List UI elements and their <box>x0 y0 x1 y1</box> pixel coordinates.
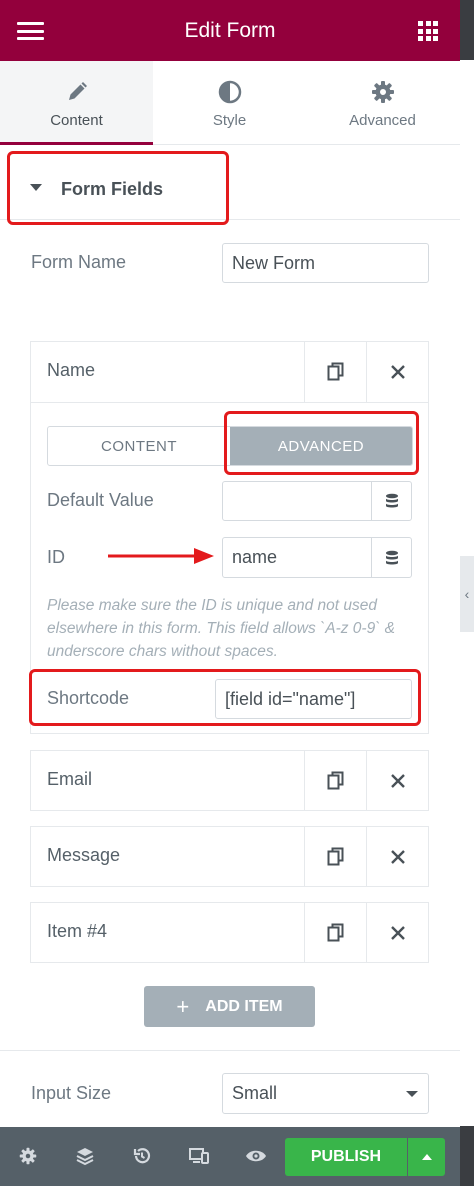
annotation-arrow-icon <box>108 548 214 564</box>
repeater-item-title: Name <box>47 360 96 380</box>
tab-style-label: Style <box>212 112 247 129</box>
history-icon[interactable] <box>131 1145 153 1167</box>
gear-icon <box>306 79 459 105</box>
duplicate-icon[interactable] <box>304 903 366 963</box>
input-size-label: Input Size <box>31 1083 112 1103</box>
editor-panel: Edit Form Content Style Advanced Form Fi… <box>0 0 460 1186</box>
publish-button[interactable]: PUBLISH <box>285 1138 407 1176</box>
repeater-item-title: Item #4 <box>47 921 108 941</box>
id-input[interactable]: name <box>222 537 412 578</box>
close-icon[interactable] <box>366 751 429 811</box>
section-divider <box>0 1050 460 1051</box>
duplicate-icon[interactable] <box>304 827 366 887</box>
close-icon[interactable] <box>366 903 429 963</box>
add-item-label: ADD ITEM <box>205 997 283 1015</box>
close-icon[interactable] <box>366 342 429 402</box>
annotation-box-shortcode <box>29 669 421 726</box>
panel-footer: PUBLISH <box>0 1127 460 1186</box>
input-size-select[interactable]: Small <box>222 1073 429 1114</box>
caret-up-icon <box>421 1154 432 1160</box>
plus-icon: + <box>176 993 190 1019</box>
annotation-box-advanced <box>224 411 419 475</box>
duplicate-icon[interactable] <box>304 751 366 811</box>
repeater-item-header[interactable]: Email <box>31 751 428 811</box>
half-circle-icon <box>153 79 306 105</box>
pencil-icon <box>0 79 153 105</box>
repeater-item-message: Message <box>30 826 429 887</box>
item-divider <box>31 402 428 403</box>
panel-title: Edit Form <box>184 19 276 42</box>
form-name-input[interactable]: New Form <box>222 243 429 283</box>
settings-icon[interactable] <box>17 1145 39 1167</box>
repeater-item-header[interactable]: Message <box>31 827 428 887</box>
layers-icon[interactable] <box>74 1145 96 1167</box>
form-name-label: Form Name <box>31 252 127 272</box>
preview-icon[interactable] <box>245 1145 267 1167</box>
id-value: name <box>232 547 278 567</box>
preview-edge: ‹ <box>460 0 474 1186</box>
annotation-box-form-fields <box>7 151 229 225</box>
panel-header: Edit Form <box>0 0 460 61</box>
duplicate-icon[interactable] <box>304 342 366 402</box>
id-label: ID <box>47 547 65 567</box>
tab-advanced[interactable]: Advanced <box>306 61 459 145</box>
chevron-down-icon <box>406 1091 418 1097</box>
tab-content[interactable]: Content <box>0 61 153 145</box>
add-item-button[interactable]: + ADD ITEM <box>144 986 315 1027</box>
repeater-item-email: Email <box>30 750 429 811</box>
tab-style[interactable]: Style <box>153 61 306 145</box>
tab-content-label: Content <box>50 112 103 129</box>
repeater-item-4: Item #4 <box>30 902 429 963</box>
collapse-panel-icon[interactable]: ‹ <box>460 556 474 632</box>
repeater-item-header[interactable]: Item #4 <box>31 903 428 963</box>
tab-advanced-label: Advanced <box>349 112 416 129</box>
dynamic-tags-icon[interactable] <box>371 538 411 577</box>
segment-content[interactable]: CONTENT <box>48 427 230 465</box>
repeater-item-title: Email <box>47 769 93 789</box>
responsive-icon[interactable] <box>188 1145 210 1167</box>
default-value-input[interactable] <box>222 481 412 521</box>
repeater-item-header[interactable]: Name <box>31 342 428 402</box>
id-help-note: Please make sure the ID is unique and no… <box>47 597 396 660</box>
panel-tabs: Content Style Advanced <box>0 61 460 145</box>
input-size-value: Small <box>232 1083 278 1103</box>
widgets-grid-icon[interactable] <box>418 21 438 41</box>
close-icon[interactable] <box>366 827 429 887</box>
repeater-item-title: Message <box>47 845 121 865</box>
dynamic-tags-icon[interactable] <box>371 482 411 520</box>
default-value-label: Default Value <box>47 490 154 510</box>
form-name-value: New Form <box>232 252 316 273</box>
publish-options-button[interactable] <box>408 1138 445 1176</box>
